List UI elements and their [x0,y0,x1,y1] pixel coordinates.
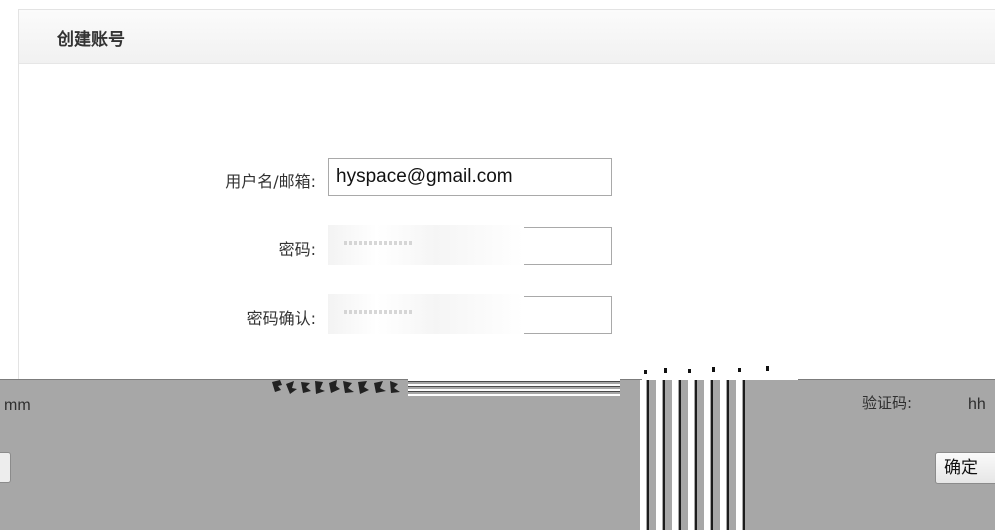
password-label: 密码: [278,240,316,259]
username-label: 用户名/邮箱: [225,172,316,191]
panel-header: 创建账号 [19,10,995,64]
password-confirm-label: 密码确认: [246,309,316,328]
username-input[interactable] [329,159,611,195]
captcha-vertical-image [636,362,806,530]
overlay-left-text: mm [4,397,31,414]
left-partial-button[interactable] [0,452,11,483]
captcha-value: hh [968,396,986,413]
password-confirm-dots [344,310,414,314]
confirm-button[interactable]: 确定 [935,452,995,484]
captcha-label: 验证码: [862,394,913,412]
password-dots [344,241,414,245]
password-confirm-blur-mask [328,294,524,334]
username-field[interactable] [328,158,612,196]
captcha-strip-image [272,379,620,396]
panel-title: 创建账号 [57,30,125,50]
password-blur-mask [328,225,524,265]
